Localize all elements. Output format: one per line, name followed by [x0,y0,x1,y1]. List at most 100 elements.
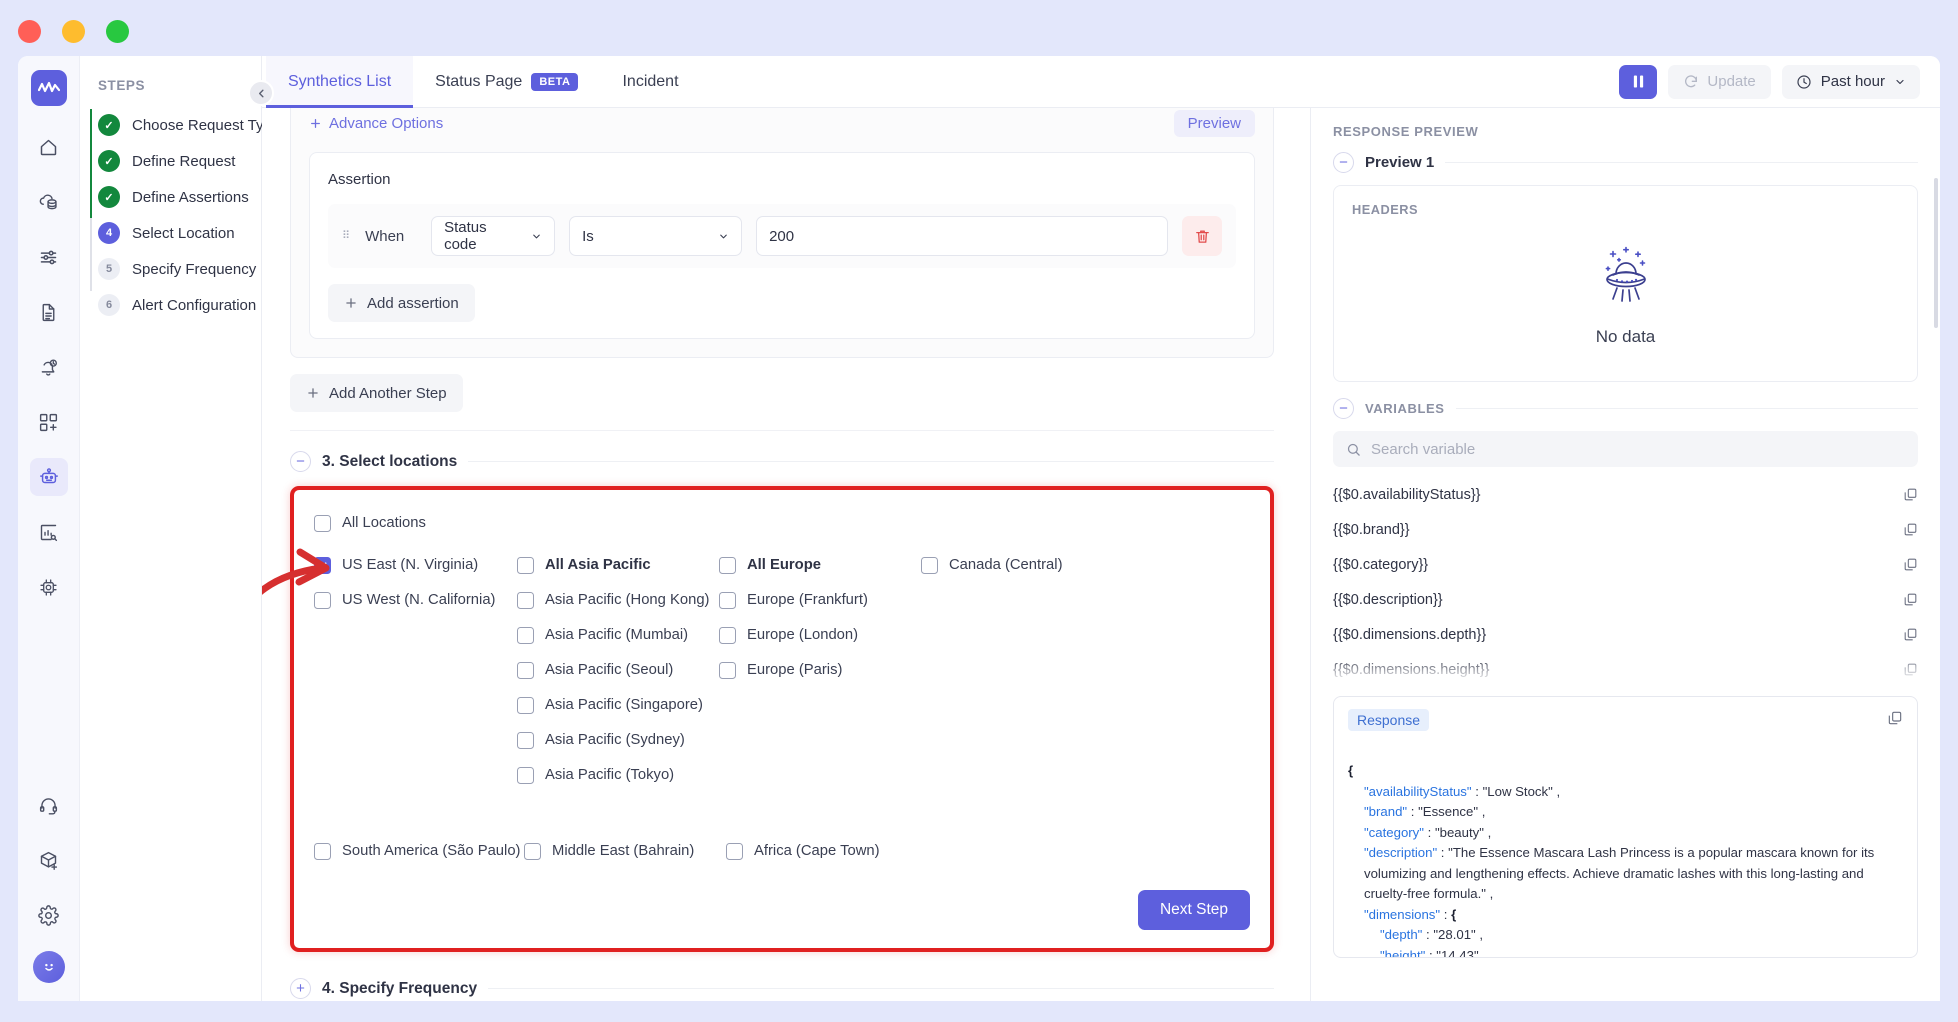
checkbox-asia-pacific-mumbai[interactable]: Asia Pacific (Mumbai) [517,622,719,648]
user-avatar[interactable] [33,951,65,983]
filters-icon[interactable] [30,238,68,276]
assertion-field-select[interactable]: Status code [431,216,555,256]
copy-icon[interactable] [1903,487,1918,502]
settings-chip-icon[interactable] [30,568,68,606]
checkbox-europe-frankfurt[interactable]: Europe (Frankfurt) [719,587,921,613]
search-input[interactable] [1371,441,1905,458]
variables-list[interactable]: {{$0.availabilityStatus}} {{$0.brand}} {… [1333,477,1918,682]
add-package-icon[interactable] [30,841,68,879]
close-window-button[interactable] [18,20,41,43]
zoom-window-button[interactable] [106,20,129,43]
minimize-window-button[interactable] [62,20,85,43]
section-header-select-locations[interactable]: − 3. Select locations [290,451,1274,472]
checkbox-box [517,627,534,644]
checkbox-asia-pacific-tokyo[interactable]: Asia Pacific (Tokyo) [517,762,719,788]
checkbox-all-locations[interactable]: All Locations [314,510,1250,536]
section-expand-toggle[interactable]: + [290,978,311,999]
document-icon[interactable] [30,293,68,331]
checkbox-box [719,662,736,679]
checkbox-africa-cape-town[interactable]: Africa (Cape Town) [726,838,880,864]
section-header-specify-frequency[interactable]: + 4. Specify Frequency [290,978,1274,999]
copy-icon[interactable] [1903,592,1918,607]
checkbox-europe-london[interactable]: Europe (London) [719,622,921,648]
insights-icon[interactable] [30,513,68,551]
variable-row[interactable]: {{$0.availabilityStatus}} [1333,477,1918,512]
update-button[interactable]: Update [1668,65,1770,99]
add-node-icon[interactable] [30,403,68,441]
preview-button[interactable]: Preview [1174,110,1255,137]
synthetics-robot-icon[interactable] [30,458,68,496]
response-json-line: "availabilityStatus" : "Low Stock" , [1348,782,1903,802]
sidebar-step-label: Specify Frequency [132,261,256,278]
variable-row[interactable]: {{$0.description}} [1333,582,1918,617]
checkbox-asia-pacific-sydney[interactable]: Asia Pacific (Sydney) [517,727,719,753]
variable-row[interactable]: {{$0.category}} [1333,547,1918,582]
copy-response-icon[interactable] [1887,710,1903,726]
preview-collapse-toggle[interactable]: − [1333,152,1354,173]
delete-assertion-button[interactable] [1182,216,1222,256]
sidebar-step-label: Define Request [132,153,235,170]
variables-section-header[interactable]: − VARIABLES [1333,398,1918,419]
variable-row[interactable]: {{$0.brand}} [1333,512,1918,547]
sidebar-step-define-request[interactable]: ✓ Define Request [98,143,261,179]
checkbox-all-asia-pacific[interactable]: All Asia Pacific [517,552,719,578]
scrollbar-thumb[interactable] [1934,178,1938,328]
checkbox-all-europe[interactable]: All Europe [719,552,921,578]
checkbox-us-east-n-virginia[interactable]: US East (N. Virginia) [314,552,517,578]
checkbox-box [517,592,534,609]
collapse-sidebar-button[interactable] [248,80,274,106]
advance-options-label: Advance Options [329,115,443,132]
tab-synthetics-list[interactable]: Synthetics List [266,56,413,107]
checkbox-canada-central[interactable]: Canada (Central) [921,552,1121,578]
checkbox-box [524,843,541,860]
tab-incident[interactable]: Incident [600,56,700,107]
preview-scrollbar[interactable] [1934,178,1938,628]
gear-icon[interactable] [30,896,68,934]
variable-row[interactable]: {{$0.dimensions.depth}} [1333,617,1918,652]
sidebar-step-alert-configuration[interactable]: 6 Alert Configuration [98,287,261,323]
sidebar-step-specify-frequency[interactable]: 5 Specify Frequency [98,251,261,287]
preview-section-header[interactable]: − Preview 1 [1333,152,1918,173]
checkbox-south-america-sao-paulo[interactable]: South America (São Paulo) [314,838,524,864]
variable-search[interactable] [1333,431,1918,467]
drag-handle-icon[interactable]: ⠿ [342,233,351,240]
checkbox-middle-east-bahrain[interactable]: Middle East (Bahrain) [524,838,726,864]
next-step-button[interactable]: Next Step [1138,890,1250,930]
app-logo[interactable] [31,70,67,106]
alert-bell-icon[interactable] [30,348,68,386]
copy-icon[interactable] [1903,522,1918,537]
home-icon[interactable] [30,128,68,166]
sidebar-step-define-assertions[interactable]: ✓ Define Assertions [98,179,261,215]
response-json-line: "height" : "14.43" , [1348,946,1903,958]
checkbox-asia-pacific-seoul[interactable]: Asia Pacific (Seoul) [517,657,719,683]
cloud-database-icon[interactable] [30,183,68,221]
checkbox-europe-paris[interactable]: Europe (Paris) [719,657,921,683]
response-json: { "availabilityStatus" : "Low Stock" ,"b… [1348,741,1903,958]
add-assertion-button[interactable]: Add assertion [328,284,475,322]
checkbox-asia-pacific-singapore[interactable]: Asia Pacific (Singapore) [517,692,719,718]
checkbox-box [719,627,736,644]
checkbox-us-west-n-california[interactable]: US West (N. California) [314,587,517,613]
assertion-operator-select[interactable]: Is [569,216,742,256]
variables-collapse-toggle[interactable]: − [1333,398,1354,419]
toolbar-actions: Update Past hour [1619,56,1940,107]
sidebar-step-choose-request-type[interactable]: ✓ Choose Request Type [98,107,261,143]
time-range-selector[interactable]: Past hour [1782,65,1920,99]
tab-bar: Synthetics List Status Page BETA Inciden… [262,56,1940,108]
locations-column-asia-pacific: All Asia Pacific Asia Pacific (Hong Kong… [517,552,719,788]
support-headset-icon[interactable] [30,786,68,824]
pause-button[interactable] [1619,65,1657,99]
advance-options-toggle[interactable]: Advance Options [309,115,443,132]
assertion-value-input[interactable]: 200 [756,216,1168,256]
section-collapse-toggle[interactable]: − [290,451,311,472]
checkbox-asia-pacific-hong-kong[interactable]: Asia Pacific (Hong Kong) [517,587,719,613]
section-divider [1445,162,1918,163]
copy-icon[interactable] [1903,557,1918,572]
sidebar-step-label: Select Location [132,225,235,242]
add-another-step-button[interactable]: Add Another Step [290,374,463,412]
sidebar-step-select-location[interactable]: 4 Select Location [98,215,261,251]
checkbox-box [921,557,938,574]
copy-icon[interactable] [1903,627,1918,642]
beta-badge: BETA [531,73,578,91]
tab-status-page[interactable]: Status Page BETA [413,56,600,107]
